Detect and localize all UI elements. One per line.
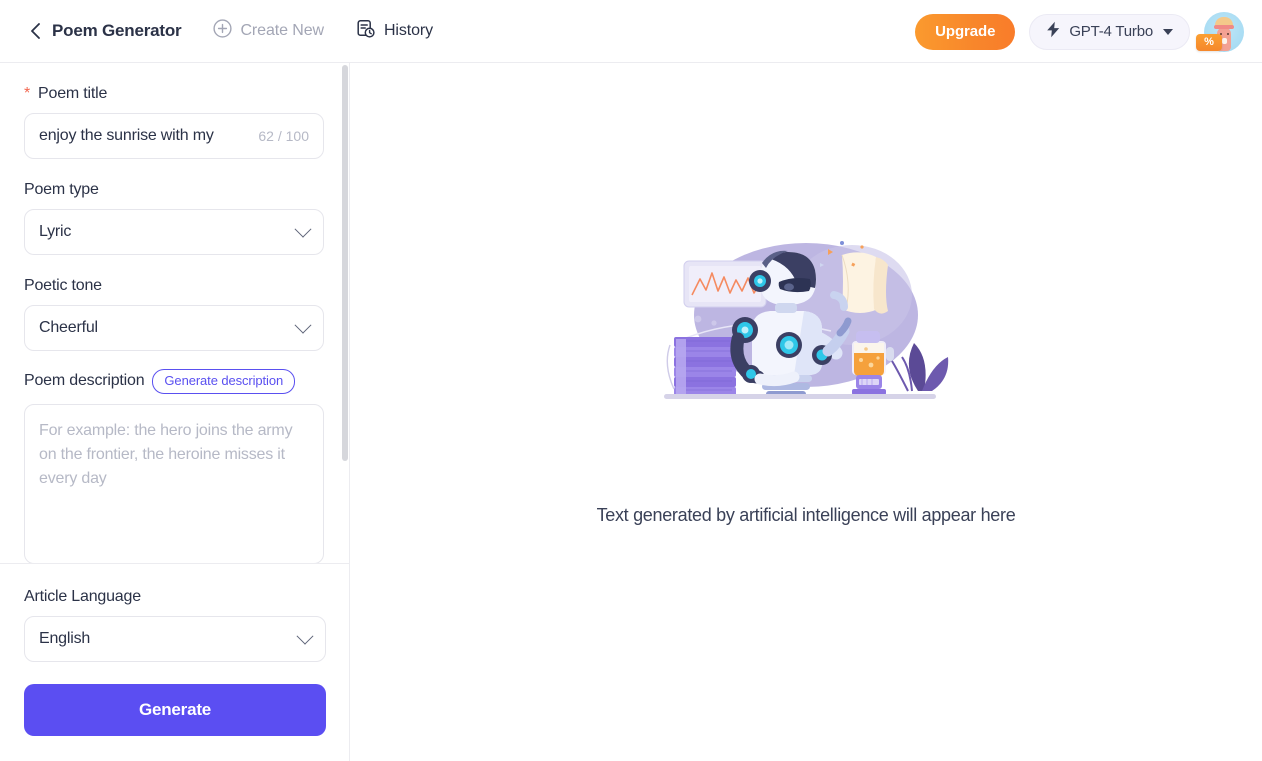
avatar[interactable]: % [1196,11,1244,52]
poem-description-placeholder: For example: the hero joins the army on … [39,421,293,487]
robot-writing-illustration [656,233,956,423]
poem-type-select[interactable]: Lyric [24,209,324,255]
required-marker: * [24,85,31,102]
poem-description-label-text: Poem description [24,372,145,390]
poetic-tone-value: Cheerful [39,319,98,336]
lightning-bolt-icon [1046,21,1061,43]
avatar-mouth [1222,37,1227,44]
poem-type-value: Lyric [39,223,72,240]
poem-title-input[interactable]: enjoy the sunrise with my 62 / 100 [24,113,324,159]
article-language-label: Article Language [24,588,325,606]
document-clock-icon [356,19,376,44]
poem-description-textarea[interactable]: For example: the hero joins the army on … [24,403,324,563]
avatar-headband [1214,24,1234,29]
empty-state-text: Text generated by artificial intelligenc… [596,505,1016,525]
chevron-down-icon [294,316,312,334]
form-sidebar: * Poem title enjoy the sunrise with my 6… [0,63,350,761]
article-language-label-text: Article Language [24,588,141,605]
avatar-eye-right [1227,32,1229,35]
poem-title-label: * Poem title [24,85,325,103]
plus-circle-icon [213,19,233,43]
model-name: GPT-4 Turbo [1069,23,1153,40]
discount-badge[interactable]: % [1196,33,1222,51]
poem-title-label-text: Poem title [38,85,108,102]
create-new-label: Create New [240,22,324,39]
generate-description-button[interactable]: Generate description [152,369,296,394]
history-label: History [383,22,434,39]
history-button[interactable]: History [356,19,433,44]
poem-description-label: Poem description Generate description [24,369,325,394]
chevron-down-icon [296,627,314,645]
article-language-select[interactable]: English [24,616,326,662]
create-new-button[interactable]: Create New [213,19,324,43]
page-title: Poem Generator [52,21,182,40]
poetic-tone-select[interactable]: Cheerful [24,305,324,351]
chevron-left-icon[interactable] [26,22,44,40]
poetic-tone-label: Poetic tone [24,277,325,295]
header-left-group: Poem Generator Create New History [0,19,433,44]
sidebar-scrollbar[interactable] [342,65,348,461]
generate-button[interactable]: Generate [24,684,326,736]
sidebar-bottom-panel: Article Language English Generate [0,563,349,761]
upgrade-button[interactable]: Upgrade [915,13,1016,50]
poem-title-value: enjoy the sunrise with my [39,127,214,144]
caret-down-icon [1163,28,1173,35]
poem-title-counter: 62 / 100 [258,128,309,144]
poem-type-label: Poem type [24,181,325,199]
article-language-value: English [39,630,91,647]
poem-type-label-text: Poem type [24,181,99,198]
main-content-area: Text generated by artificial intelligenc… [350,63,1262,761]
chevron-down-icon [294,220,312,238]
app-header: Poem Generator Create New History Upgrad… [0,0,1262,63]
header-right-group: Upgrade GPT-4 Turbo % [915,0,1244,63]
model-selector[interactable]: GPT-4 Turbo [1029,13,1190,50]
poetic-tone-label-text: Poetic tone [24,277,102,294]
sidebar-scroll-area: * Poem title enjoy the sunrise with my 6… [0,63,349,563]
